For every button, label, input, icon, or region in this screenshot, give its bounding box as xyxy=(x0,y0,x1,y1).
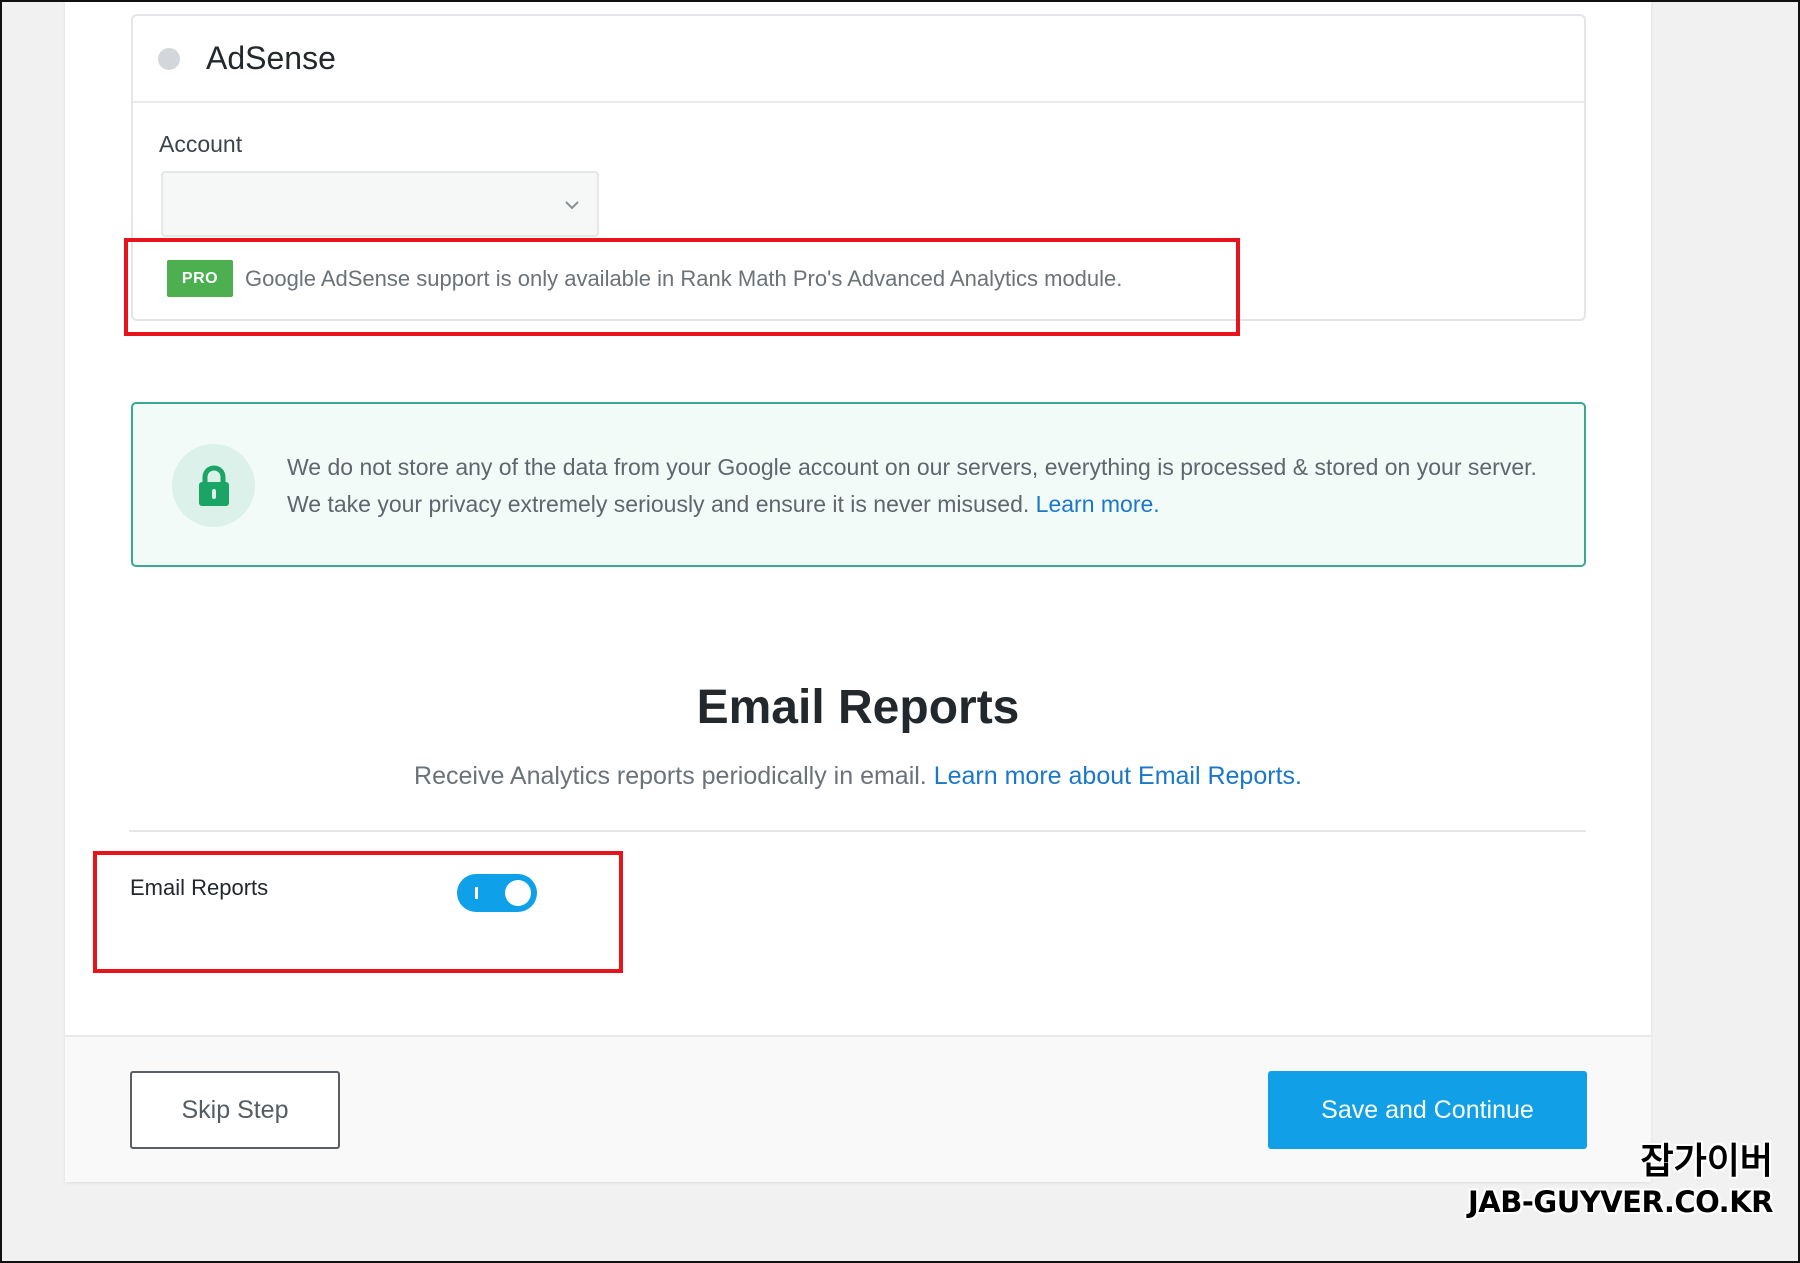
lock-icon-container xyxy=(172,444,255,527)
wizard-footer: Skip Step Save and Continue xyxy=(65,1035,1651,1182)
chevron-down-icon xyxy=(565,201,579,210)
adsense-title: AdSense xyxy=(206,40,336,76)
watermark: 잡가이버 JAB-GUYVER.CO.KR xyxy=(1468,1140,1773,1220)
highlight-box-pro-notice xyxy=(124,238,1240,336)
save-and-continue-button[interactable]: Save and Continue xyxy=(1268,1071,1587,1149)
email-reports-learn-more-link[interactable]: Learn more about Email Reports. xyxy=(934,762,1302,790)
watermark-domain: JAB-GUYVER.CO.KR xyxy=(1468,1185,1773,1219)
email-reports-subtitle-text: Receive Analytics reports periodically i… xyxy=(414,762,927,790)
privacy-body: We do not store any of the data from you… xyxy=(287,454,1537,517)
highlight-box-email-reports xyxy=(93,851,623,973)
privacy-text: We do not store any of the data from you… xyxy=(287,449,1557,523)
section-divider xyxy=(129,830,1586,832)
privacy-notice: We do not store any of the data from you… xyxy=(131,402,1586,567)
skip-step-button[interactable]: Skip Step xyxy=(130,1071,340,1149)
account-select[interactable] xyxy=(161,171,599,237)
adsense-header: AdSense xyxy=(133,16,1584,103)
email-reports-subtitle: Receive Analytics reports periodically i… xyxy=(65,762,1651,791)
account-label: Account xyxy=(159,131,243,157)
setup-wizard-card: AdSense Account PRO Google AdSense suppo… xyxy=(65,0,1651,1182)
status-dot-icon xyxy=(158,47,180,70)
lock-icon xyxy=(198,465,229,506)
email-reports-title: Email Reports xyxy=(696,681,1020,734)
privacy-learn-more-link[interactable]: Learn more. xyxy=(1036,491,1160,517)
watermark-korean: 잡가이버 xyxy=(1640,1141,1773,1182)
